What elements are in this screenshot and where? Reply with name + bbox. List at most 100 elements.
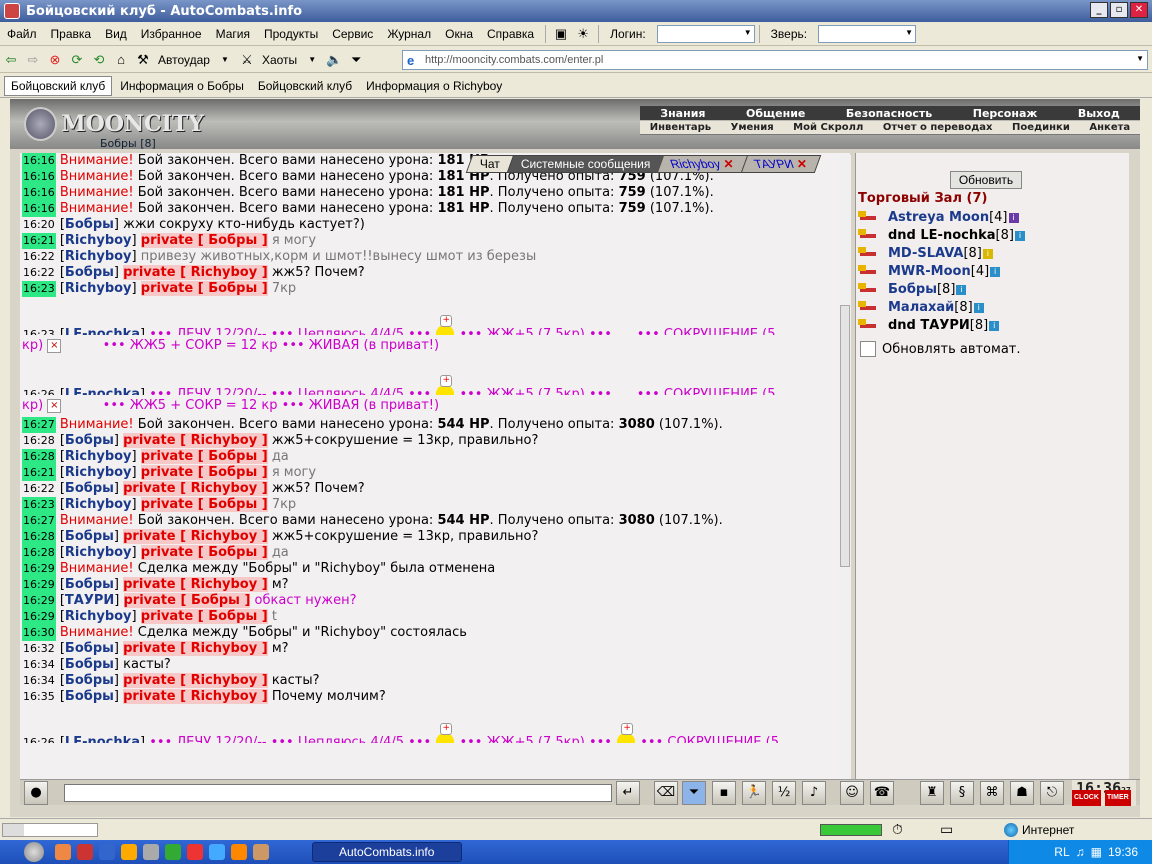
eraser-icon[interactable]: ⌫ xyxy=(654,781,678,805)
home-icon[interactable]: ⌂ xyxy=(112,51,130,69)
chat-input[interactable] xyxy=(64,784,612,802)
fight-icon[interactable] xyxy=(858,228,880,243)
quicklaunch-icon[interactable] xyxy=(99,844,115,860)
menu-file[interactable]: Файл xyxy=(0,27,44,41)
chevron-down-icon[interactable]: ▼ xyxy=(216,51,234,69)
reload-icon[interactable]: ⟲ xyxy=(90,51,108,69)
quicklaunch-icon[interactable] xyxy=(121,844,137,860)
smiley-icon[interactable]: ☺ xyxy=(840,781,864,805)
tab-tauri[interactable]: ТАУРИ ✕ xyxy=(740,155,822,173)
close-tab-icon[interactable]: ✕ xyxy=(797,157,807,171)
quicklaunch-icon[interactable] xyxy=(187,844,203,860)
nav-knowledge[interactable]: Знания xyxy=(660,107,705,120)
menu-windows[interactable]: Окна xyxy=(438,27,480,41)
nav-exit[interactable]: Выход xyxy=(1078,107,1120,120)
tray-clock[interactable]: 19:36 xyxy=(1108,845,1138,859)
fight-icon[interactable] xyxy=(858,210,880,225)
menu-favorites[interactable]: Избранное xyxy=(134,27,209,41)
fraction-icon[interactable]: ½ xyxy=(772,781,796,805)
quicklaunch-icon[interactable] xyxy=(253,844,269,860)
info-icon[interactable]: i xyxy=(989,320,1000,331)
nav-character[interactable]: Персонаж xyxy=(973,107,1038,120)
quicklaunch-icon[interactable] xyxy=(231,844,247,860)
network-icon[interactable]: ▦ xyxy=(1091,845,1102,859)
tools-icon[interactable]: ⚒ xyxy=(134,51,152,69)
volume-icon[interactable]: ♫ xyxy=(1076,845,1085,859)
save-icon[interactable]: ▪ xyxy=(712,781,736,805)
info-icon[interactable]: i xyxy=(1008,212,1019,223)
link-fight-club-2[interactable]: Бойцовский клуб xyxy=(252,77,358,95)
tab-system-messages[interactable]: Системные сообщения xyxy=(506,155,665,173)
menu-view[interactable]: Вид xyxy=(98,27,134,41)
autoudar-button[interactable]: Автоудар xyxy=(154,53,214,67)
address-bar[interactable]: e http://mooncity.combats.com/enter.pl ▼ xyxy=(402,50,1148,70)
chevron-down-icon[interactable]: ▼ xyxy=(303,51,321,69)
chat-scrollbar[interactable] xyxy=(839,155,851,779)
tab-richyboy[interactable]: Richyboy ✕ xyxy=(657,155,749,173)
subnav-transfers[interactable]: Отчет о переводах xyxy=(883,122,993,133)
forward-icon[interactable]: ⇨ xyxy=(24,51,42,69)
subnav-inventory[interactable]: Инвентарь xyxy=(650,122,711,133)
fight-icon[interactable] xyxy=(858,318,880,333)
chevron-down-icon[interactable]: ▼ xyxy=(1136,54,1144,63)
info-icon[interactable]: i xyxy=(990,266,1001,277)
fight-icon[interactable] xyxy=(858,246,880,261)
fight-icon[interactable] xyxy=(858,282,880,297)
menu-journal[interactable]: Журнал xyxy=(380,27,438,41)
language-indicator[interactable]: RL xyxy=(1054,845,1069,859)
menu-magic[interactable]: Магия xyxy=(209,27,257,41)
quicklaunch-icon[interactable] xyxy=(209,844,225,860)
refresh-button[interactable]: Обновить xyxy=(950,171,1022,189)
subnav-battles[interactable]: Поединки xyxy=(1012,122,1070,133)
fight-icon[interactable] xyxy=(858,300,880,315)
refresh-icon[interactable]: ⟳ xyxy=(68,51,86,69)
quicklaunch-icon[interactable] xyxy=(165,844,181,860)
filter-icon[interactable]: ⏷ xyxy=(682,781,706,805)
start-button[interactable] xyxy=(24,842,44,862)
stop-icon[interactable]: ⊗ xyxy=(46,51,64,69)
menu-help[interactable]: Справка xyxy=(480,27,541,41)
quicklaunch-icon[interactable] xyxy=(55,844,71,860)
quicklaunch-icon[interactable] xyxy=(77,844,93,860)
send-icon[interactable]: ↵ xyxy=(616,781,640,805)
login-select[interactable] xyxy=(656,24,755,43)
subnav-profile[interactable]: Анкета xyxy=(1089,122,1130,133)
weather-icon[interactable]: ☀ xyxy=(574,25,592,43)
haoty-button[interactable]: Хаоты xyxy=(258,53,301,67)
link-fight-club[interactable]: Бойцовский клуб xyxy=(4,75,113,96)
map-icon[interactable]: ⌘ xyxy=(980,781,1004,805)
nav-communication[interactable]: Общение xyxy=(746,107,805,120)
quicklaunch-icon[interactable] xyxy=(143,844,159,860)
info-icon[interactable]: i xyxy=(1014,230,1025,241)
menu-service[interactable]: Сервис xyxy=(325,27,380,41)
scroll-icon[interactable]: § xyxy=(950,781,974,805)
subnav-skills[interactable]: Умения xyxy=(731,122,774,133)
filter-icon[interactable]: ⏷ xyxy=(347,51,365,69)
scroll-thumb[interactable] xyxy=(840,305,850,567)
info-icon[interactable]: i xyxy=(956,284,967,295)
link-info-richyboy[interactable]: Информация о Richyboy xyxy=(360,77,508,95)
fight-icon[interactable] xyxy=(858,264,880,279)
nav-security[interactable]: Безопасность xyxy=(846,107,932,120)
back-icon[interactable]: ⇦ xyxy=(2,51,20,69)
close-window-button[interactable]: ✕ xyxy=(1130,2,1148,18)
walk-icon[interactable]: 🏃 xyxy=(742,781,766,805)
taskbar-item-autocombats[interactable]: AutoCombats.info xyxy=(312,842,462,862)
brb-icon[interactable]: ▣ xyxy=(552,25,570,43)
sound-icon[interactable]: 🔈 xyxy=(325,51,343,69)
people-icon[interactable]: ☗ xyxy=(1010,781,1034,805)
beast-select[interactable] xyxy=(818,24,917,43)
link-info-bobry[interactable]: Информация о Бобры xyxy=(114,77,250,95)
music-icon[interactable]: ♪ xyxy=(802,781,826,805)
info-icon[interactable]: i xyxy=(982,248,993,259)
contacts-icon[interactable]: ☎ xyxy=(870,781,894,805)
maximize-button[interactable]: ▫ xyxy=(1110,2,1128,18)
info-icon[interactable]: i xyxy=(973,302,984,313)
bag-icon[interactable]: ♜ xyxy=(920,781,944,805)
subnav-scroll[interactable]: Мой Скролл xyxy=(793,122,863,133)
minimize-button[interactable]: _ xyxy=(1090,2,1108,18)
menu-products[interactable]: Продукты xyxy=(257,27,325,41)
menu-edit[interactable]: Правка xyxy=(44,27,99,41)
exit-icon[interactable]: ⎋ xyxy=(1040,781,1064,805)
close-tab-icon[interactable]: ✕ xyxy=(724,157,734,171)
